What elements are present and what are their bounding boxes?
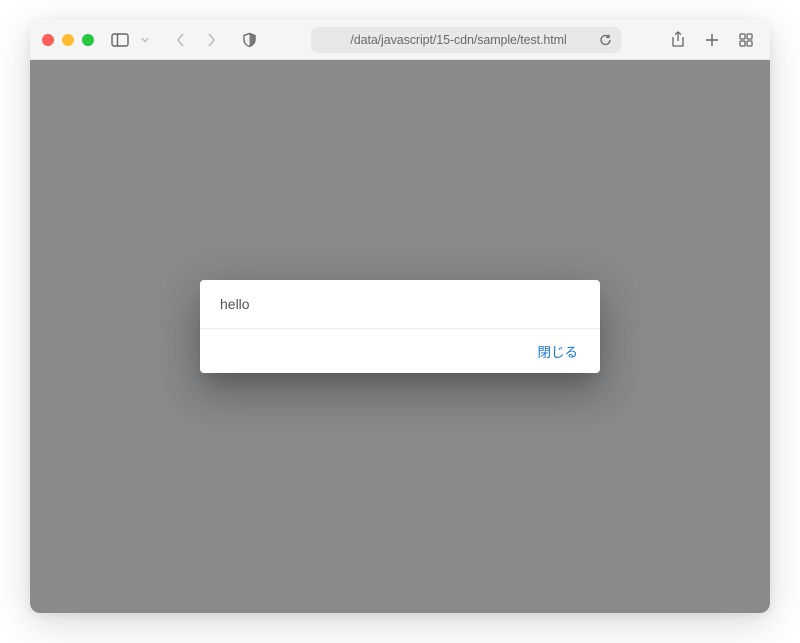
chevron-left-icon <box>176 32 186 48</box>
new-tab-button[interactable] <box>700 28 724 52</box>
shield-icon <box>242 32 257 48</box>
sidebar-toggle-button[interactable] <box>108 28 132 52</box>
address-bar[interactable]: /data/javascript/15-cdn/sample/test.html <box>311 27 621 53</box>
chevron-right-icon <box>206 32 216 48</box>
maximize-window-button[interactable] <box>82 34 94 46</box>
modal-dialog: hello 閉じる <box>200 280 600 373</box>
privacy-report-button[interactable] <box>237 28 261 52</box>
dialog-message: hello <box>200 280 600 328</box>
grid-icon <box>739 33 753 47</box>
chevron-down-icon <box>141 37 149 43</box>
reload-icon <box>599 33 612 47</box>
sidebar-icon <box>111 33 129 47</box>
close-button[interactable]: 閉じる <box>530 337 587 365</box>
page-content: hello 閉じる <box>30 60 770 613</box>
address-text: /data/javascript/15-cdn/sample/test.html <box>321 33 597 47</box>
share-icon <box>671 31 685 48</box>
close-window-button[interactable] <box>42 34 54 46</box>
reload-button[interactable] <box>597 31 615 49</box>
tab-overview-button[interactable] <box>734 28 758 52</box>
window-controls <box>42 34 94 46</box>
browser-toolbar: /data/javascript/15-cdn/sample/test.html <box>30 20 770 60</box>
forward-button[interactable] <box>199 28 223 52</box>
browser-window: /data/javascript/15-cdn/sample/test.html <box>30 20 770 613</box>
dialog-actions: 閉じる <box>200 328 600 373</box>
share-button[interactable] <box>666 28 690 52</box>
minimize-window-button[interactable] <box>62 34 74 46</box>
sidebar-menu-button[interactable] <box>133 28 157 52</box>
plus-icon <box>705 33 719 47</box>
back-button[interactable] <box>169 28 193 52</box>
